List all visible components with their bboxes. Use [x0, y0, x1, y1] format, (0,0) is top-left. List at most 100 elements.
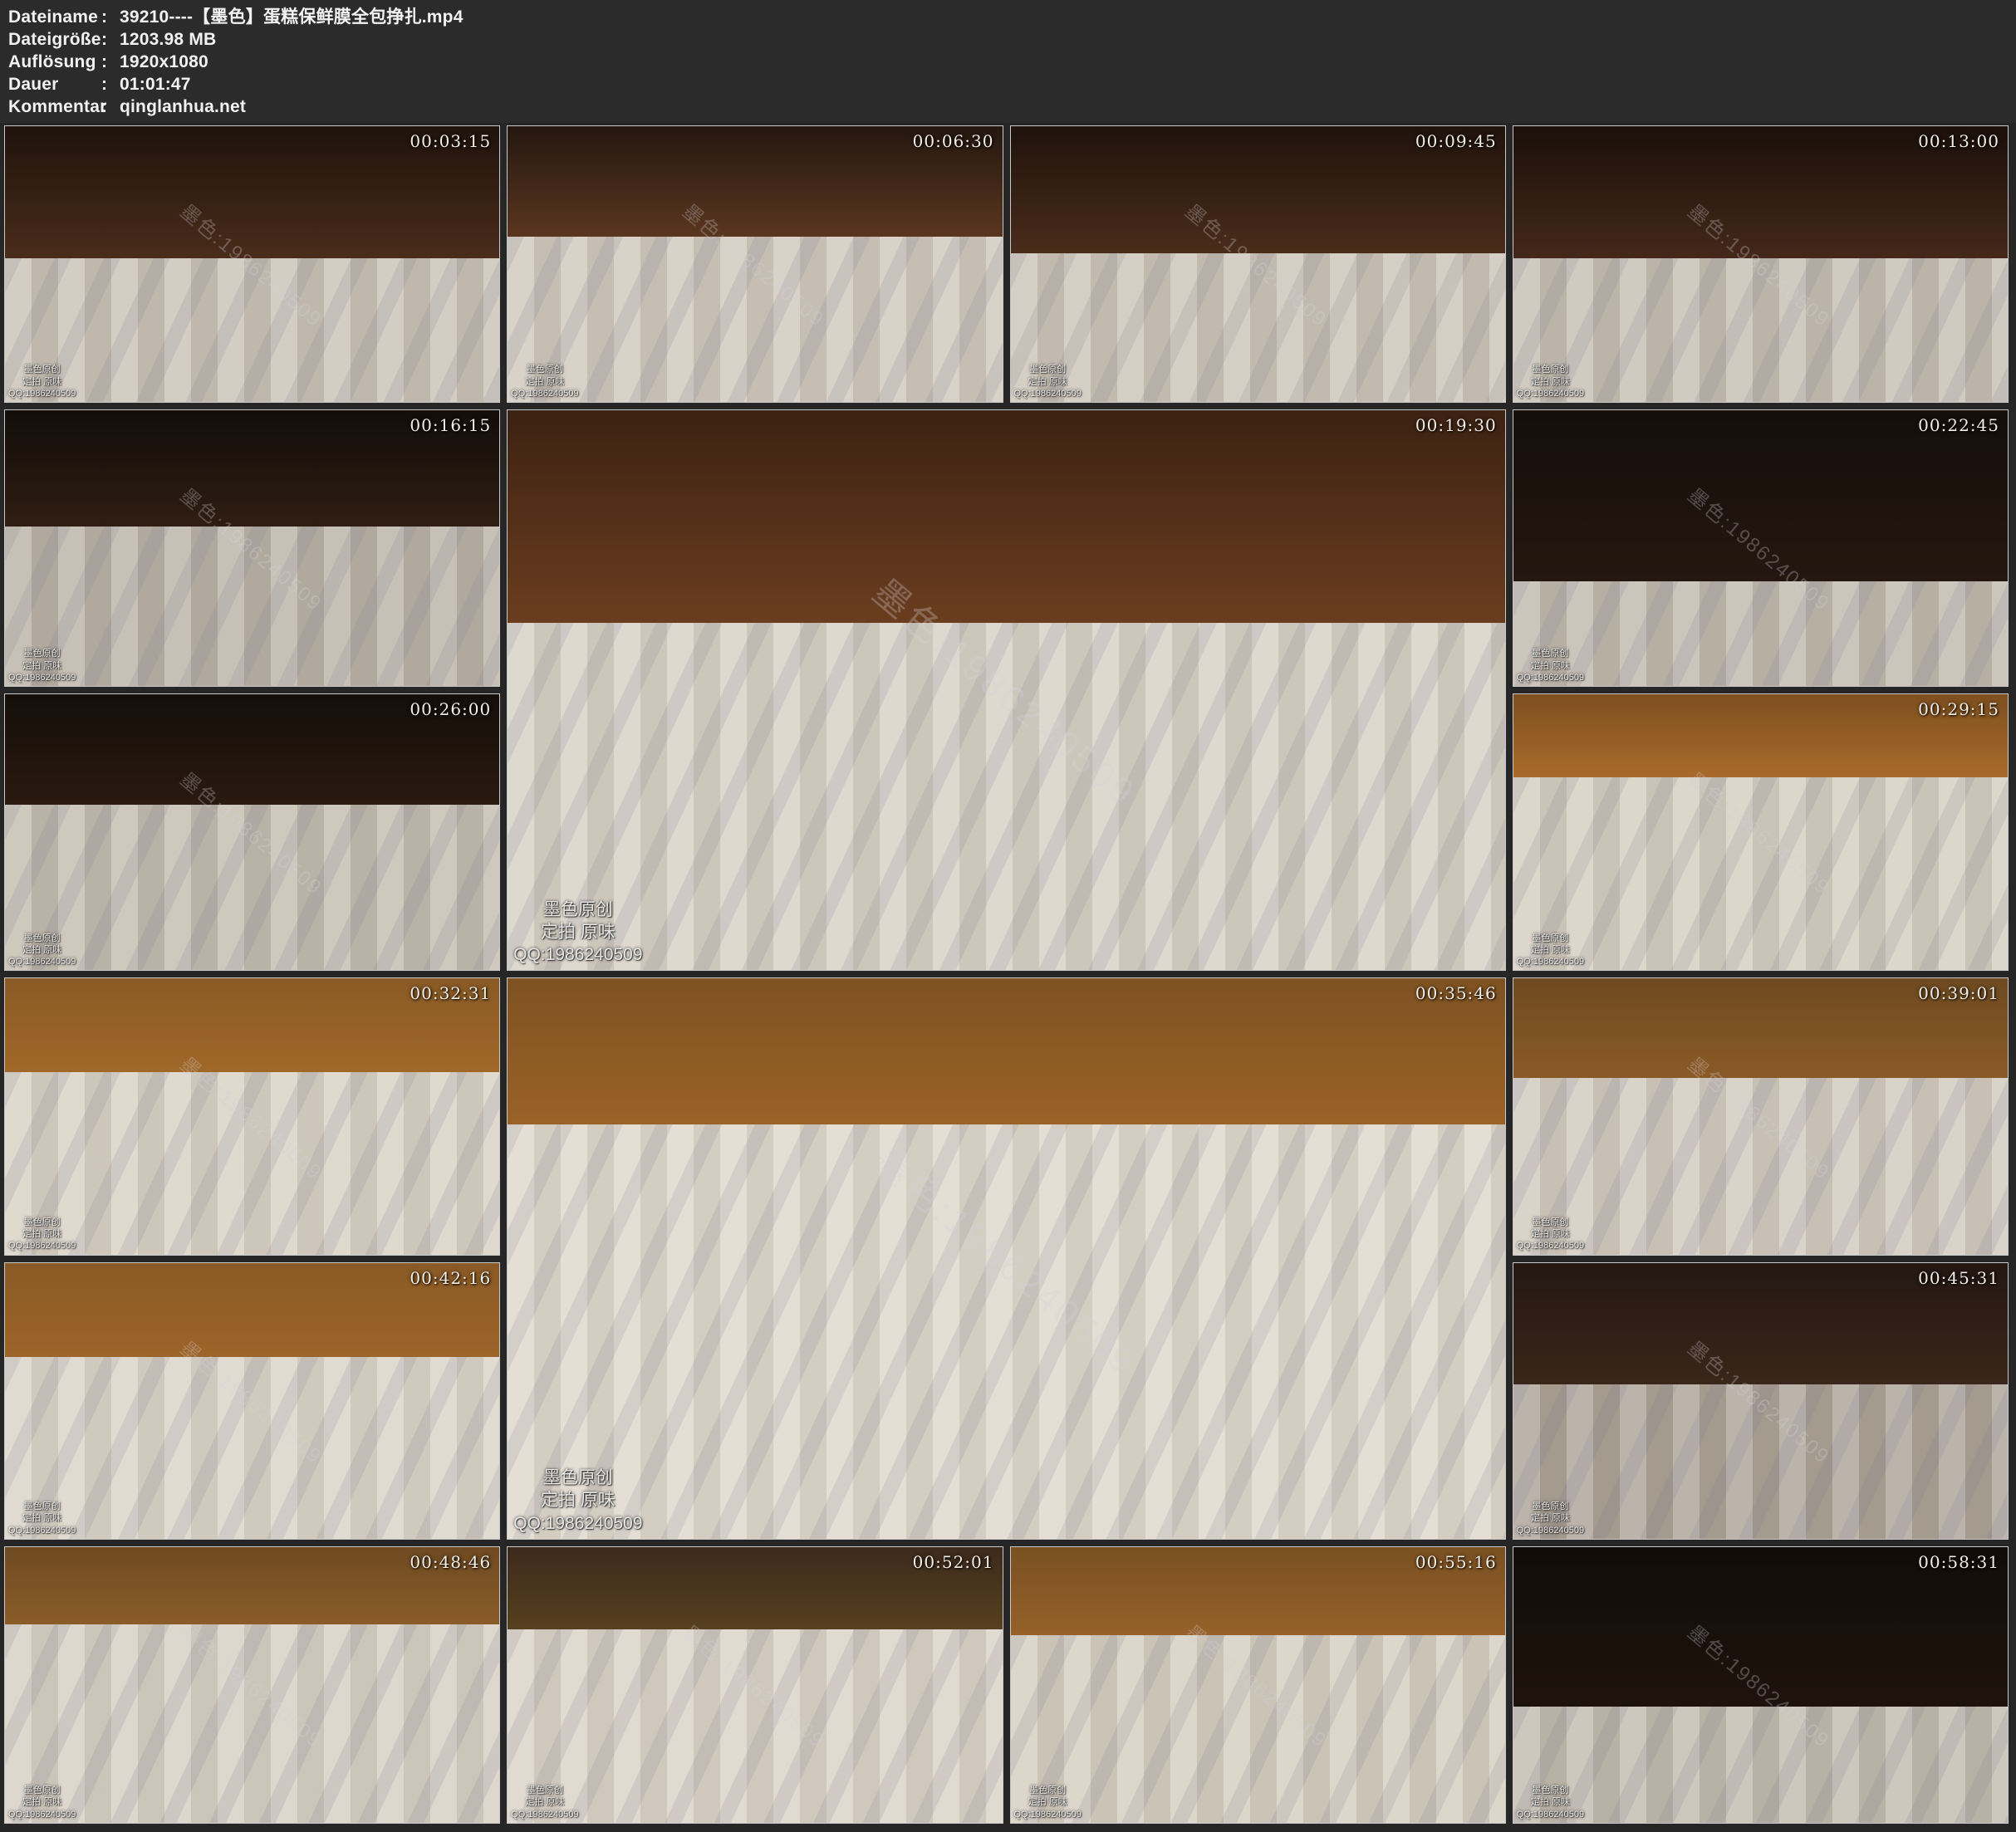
watermark-line: 墨色原创 — [1014, 1785, 1082, 1796]
timestamp-overlay: 00:52:01 — [913, 1552, 994, 1572]
watermark-line: 定拍 原味 — [1517, 1228, 1584, 1240]
studio-watermark: 墨色原创 定拍 原味 QQ:1986240509 — [8, 648, 76, 683]
studio-watermark: 墨色原创 定拍 原味 QQ:1986240509 — [1517, 1501, 1584, 1536]
studio-watermark: 墨色原创 定拍 原味 QQ:1986240509 — [513, 899, 642, 967]
field-label: Kommentar — [8, 96, 101, 118]
watermark-line: 墨色原创 — [1014, 364, 1082, 375]
video-thumbnail: 墨色:1986240509 墨色原创 定拍 原味 QQ:1986240509 0… — [507, 409, 1506, 971]
video-thumbnail: 墨色:1986240509 墨色原创 定拍 原味 QQ:1986240509 0… — [507, 125, 1003, 403]
watermark-line: 定拍 原味 — [8, 660, 76, 672]
studio-watermark: 墨色原创 定拍 原味 QQ:1986240509 — [8, 1217, 76, 1252]
field-value: 1203.98 MB — [120, 28, 216, 51]
file-info-row: Dateiname : 39210----【墨色】蛋糕保鲜膜全包挣扎.mp4 — [8, 6, 2008, 28]
thumbnail-placeholder-lower — [508, 1124, 1505, 1539]
video-thumbnail: 墨色:1986240509 墨色原创 定拍 原味 QQ:1986240509 0… — [1513, 125, 2009, 403]
watermark-line: 定拍 原味 — [1014, 1796, 1082, 1808]
timestamp-overlay: 00:35:46 — [1415, 983, 1497, 1003]
watermark-line: 墨色原创 — [8, 1785, 76, 1796]
video-thumbnail: 墨色:1986240509 墨色原创 定拍 原味 QQ:1986240509 0… — [4, 977, 500, 1255]
timestamp-overlay: 00:13:00 — [1918, 131, 1999, 151]
watermark-line: 定拍 原味 — [8, 1796, 76, 1808]
video-thumbnail: 墨色:1986240509 墨色原创 定拍 原味 QQ:1986240509 0… — [1513, 409, 2009, 687]
watermark-line: 定拍 原味 — [1517, 1512, 1584, 1524]
thumbnail-placeholder-lower — [1011, 1635, 1505, 1823]
studio-watermark: 墨色原创 定拍 原味 QQ:1986240509 — [1517, 1217, 1584, 1252]
video-thumbnail: 墨色:1986240509 墨色原创 定拍 原味 QQ:1986240509 0… — [4, 693, 500, 971]
field-separator: : — [101, 73, 120, 96]
watermark-line: QQ:1986240509 — [511, 1809, 578, 1820]
watermark-line: 定拍 原味 — [511, 1796, 578, 1808]
file-info-row: Dauer : 01:01:47 — [8, 73, 2008, 96]
watermark-line: 定拍 原味 — [1517, 660, 1584, 672]
video-thumbnail: 墨色:1986240509 墨色原创 定拍 原味 QQ:1986240509 0… — [1010, 125, 1506, 403]
watermark-line: 定拍 原味 — [511, 376, 578, 388]
timestamp-overlay: 00:32:31 — [410, 983, 491, 1003]
watermark-line: QQ:1986240509 — [8, 956, 76, 967]
watermark-line: QQ:1986240509 — [1517, 1525, 1584, 1536]
timestamp-overlay: 00:19:30 — [1415, 415, 1497, 435]
video-thumbnail: 墨色:1986240509 墨色原创 定拍 原味 QQ:1986240509 0… — [4, 1546, 500, 1824]
timestamp-overlay: 00:45:31 — [1918, 1268, 1999, 1288]
video-thumbnail: 墨色:1986240509 墨色原创 定拍 原味 QQ:1986240509 0… — [4, 1262, 500, 1540]
studio-watermark: 墨色原创 定拍 原味 QQ:1986240509 — [1517, 648, 1584, 683]
watermark-line: 定拍 原味 — [8, 1512, 76, 1524]
studio-watermark: 墨色原创 定拍 原味 QQ:1986240509 — [1517, 364, 1584, 399]
field-separator: : — [101, 51, 120, 73]
timestamp-overlay: 00:26:00 — [410, 699, 491, 719]
watermark-line: 定拍 原味 — [8, 376, 76, 388]
file-info-row: Auflösung : 1920x1080 — [8, 51, 2008, 73]
contact-sheet: Dateiname : 39210----【墨色】蛋糕保鲜膜全包挣扎.mp4 D… — [0, 0, 2016, 1832]
field-separator: : — [101, 6, 120, 28]
thumbnail-placeholder-upper — [508, 410, 1505, 623]
timestamp-overlay: 00:58:31 — [1918, 1552, 1999, 1572]
watermark-line: 定拍 原味 — [1517, 944, 1584, 956]
watermark-line: 墨色原创 — [8, 1501, 76, 1512]
watermark-line: 墨色原创 — [1517, 1217, 1584, 1228]
video-thumbnail: 墨色:1986240509 墨色原创 定拍 原味 QQ:1986240509 0… — [4, 125, 500, 403]
field-label: Dateiname — [8, 6, 101, 28]
timestamp-overlay: 00:16:15 — [410, 415, 491, 435]
video-thumbnail: 墨色:1986240509 墨色原创 定拍 原味 QQ:1986240509 0… — [1513, 977, 2009, 1255]
studio-watermark: 墨色原创 定拍 原味 QQ:1986240509 — [8, 364, 76, 399]
video-thumbnail: 墨色:1986240509 墨色原创 定拍 原味 QQ:1986240509 0… — [4, 409, 500, 687]
watermark-line: 墨色原创 — [8, 364, 76, 375]
watermark-line: QQ:1986240509 — [8, 672, 76, 683]
studio-watermark: 墨色原创 定拍 原味 QQ:1986240509 — [1014, 1785, 1082, 1820]
watermark-line: QQ:1986240509 — [8, 1809, 76, 1820]
timestamp-overlay: 00:22:45 — [1918, 415, 1999, 435]
studio-watermark: 墨色原创 定拍 原味 QQ:1986240509 — [1014, 364, 1082, 399]
watermark-line: 墨色原创 — [511, 364, 578, 375]
studio-watermark: 墨色原创 定拍 原味 QQ:1986240509 — [8, 1785, 76, 1820]
watermark-line: 墨色原创 — [1517, 648, 1584, 659]
timestamp-overlay: 00:48:46 — [410, 1552, 491, 1572]
video-thumbnail: 墨色:1986240509 墨色原创 定拍 原味 QQ:1986240509 0… — [1513, 693, 2009, 971]
watermark-line: QQ:1986240509 — [1517, 672, 1584, 683]
watermark-line: QQ:1986240509 — [8, 388, 76, 399]
field-label: Dauer — [8, 73, 101, 96]
studio-watermark: 墨色原创 定拍 原味 QQ:1986240509 — [8, 933, 76, 968]
watermark-line: QQ:1986240509 — [8, 1525, 76, 1536]
watermark-line: QQ:1986240509 — [1517, 956, 1584, 967]
watermark-line: QQ:1986240509 — [1517, 1240, 1584, 1252]
field-value: qinglanhua.net — [120, 96, 246, 118]
watermark-line: 墨色原创 — [1517, 1785, 1584, 1796]
watermark-line: QQ:1986240509 — [8, 1240, 76, 1252]
watermark-line: QQ:1986240509 — [1517, 388, 1584, 399]
studio-watermark: 墨色原创 定拍 原味 QQ:1986240509 — [1517, 1785, 1584, 1820]
timestamp-overlay: 00:03:15 — [410, 131, 491, 151]
timestamp-overlay: 00:55:16 — [1415, 1552, 1497, 1572]
studio-watermark: 墨色原创 定拍 原味 QQ:1986240509 — [1517, 933, 1584, 968]
watermark-line: 定拍 原味 — [1014, 376, 1082, 388]
watermark-line: QQ:1986240509 — [1014, 388, 1082, 399]
video-thumbnail: 墨色:1986240509 墨色原创 定拍 原味 QQ:1986240509 0… — [1513, 1546, 2009, 1824]
file-info-header: Dateiname : 39210----【墨色】蛋糕保鲜膜全包挣扎.mp4 D… — [0, 0, 2016, 123]
thumbnail-placeholder-lower — [1513, 581, 2008, 686]
watermark-line: 墨色原创 — [1517, 1501, 1584, 1512]
field-value: 01:01:47 — [120, 73, 191, 96]
watermark-line: 墨色原创 — [513, 1467, 642, 1489]
watermark-line: 墨色原创 — [8, 1217, 76, 1228]
timestamp-overlay: 00:29:15 — [1918, 699, 1999, 719]
watermark-line: 定拍 原味 — [513, 1489, 642, 1511]
watermark-line: 定拍 原味 — [8, 1228, 76, 1240]
watermark-line: 墨色原创 — [8, 933, 76, 944]
